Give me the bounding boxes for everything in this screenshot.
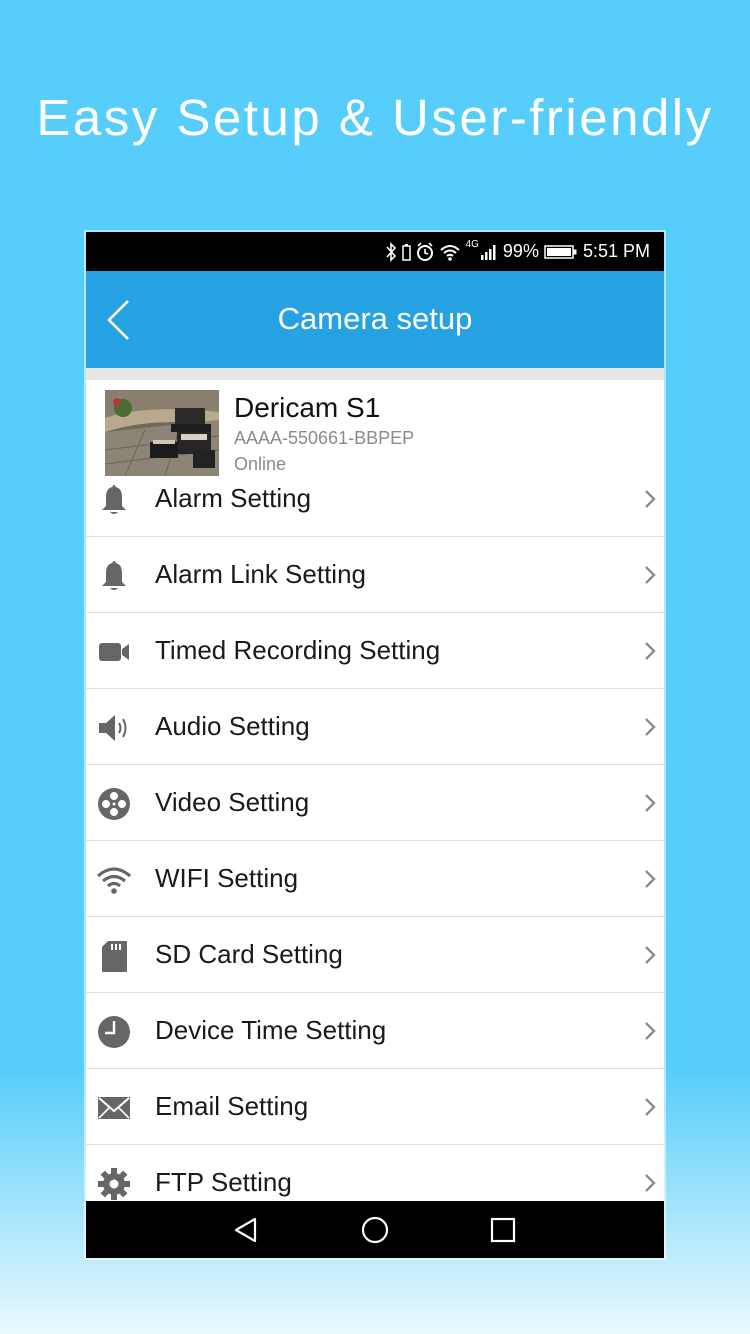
video-camera-icon: [99, 643, 129, 661]
menu-item-device-time-setting[interactable]: Device Time Setting: [86, 993, 664, 1069]
envelope-icon: [98, 1097, 130, 1119]
device-name: Dericam S1: [234, 392, 381, 423]
chevron-right-icon: [645, 566, 656, 584]
back-triangle-icon: [234, 1217, 257, 1243]
nav-recents-button[interactable]: [488, 1215, 518, 1245]
battery-percent: 99%: [502, 241, 539, 261]
menu-item-label: Video Setting: [155, 787, 310, 817]
bell-icon: [102, 561, 126, 590]
wifi-icon: [96, 867, 132, 894]
status-bar: 4G 99% 5:51 PM: [86, 232, 664, 271]
menu-item-alarm-setting[interactable]: Alarm Setting: [86, 461, 664, 537]
clock-icon: [98, 1016, 130, 1048]
menu-item-video-setting[interactable]: Video Setting: [86, 765, 664, 841]
menu-item-label: Timed Recording Setting: [155, 635, 441, 665]
device-id: AAAA-550661-BBPEP: [234, 428, 415, 448]
chevron-right-icon: [645, 794, 656, 812]
menu-item-label: FTP Setting: [155, 1167, 292, 1197]
alarm-clock-icon: [416, 241, 433, 261]
system-nav-bar: [86, 1201, 664, 1258]
home-circle-icon: [361, 1216, 389, 1244]
bluetooth-icon: [385, 241, 396, 262]
chevron-right-icon: [645, 642, 656, 660]
nav-back-button[interactable]: [231, 1215, 261, 1245]
bell-icon: [102, 485, 126, 514]
menu-item-sd-card-setting[interactable]: SD Card Setting: [86, 917, 664, 993]
divider-strip: [86, 368, 664, 380]
chevron-right-icon: [645, 946, 656, 964]
menu-item-label: SD Card Setting: [155, 939, 343, 969]
vibrate-battery-icon: [401, 243, 411, 261]
chevron-right-icon: [645, 870, 656, 888]
speaker-icon: [99, 715, 127, 741]
chevron-right-icon: [645, 490, 656, 508]
battery-icon: [544, 244, 577, 259]
promo-headline: Easy Setup & User-friendly: [36, 89, 714, 146]
chevron-right-icon: [645, 718, 656, 736]
menu-item-email-setting[interactable]: Email Setting: [86, 1069, 664, 1145]
signal-icon: [480, 244, 496, 260]
film-reel-icon: [98, 788, 130, 820]
menu-item-wifi-setting[interactable]: WIFI Setting: [86, 841, 664, 917]
status-time: 5:51 PM: [582, 241, 650, 261]
menu-item-label: Device Time Setting: [155, 1015, 387, 1045]
network-type-label: 4G: [465, 239, 479, 250]
sd-card-icon: [102, 941, 127, 972]
chevron-right-icon: [645, 1098, 656, 1116]
recents-square-icon: [490, 1217, 516, 1243]
nav-home-button[interactable]: [360, 1215, 390, 1245]
menu-item-label: Email Setting: [155, 1091, 309, 1121]
chevron-right-icon: [645, 1022, 656, 1040]
menu-item-label: Audio Setting: [155, 711, 310, 741]
page-title: Camera setup: [277, 301, 473, 336]
menu-item-alarm-link-setting[interactable]: Alarm Link Setting: [86, 537, 664, 613]
app-bar: Camera setup: [86, 271, 664, 368]
settings-menu: Alarm Setting Alarm Link Setting Timed R…: [86, 461, 664, 1221]
wifi-status-icon: [439, 244, 460, 261]
menu-item-label: Alarm Link Setting: [155, 559, 366, 589]
chevron-right-icon: [645, 1174, 656, 1192]
menu-item-label: Alarm Setting: [155, 483, 312, 513]
menu-item-label: WIFI Setting: [155, 863, 299, 893]
menu-item-timed-recording-setting[interactable]: Timed Recording Setting: [86, 613, 664, 689]
menu-item-audio-setting[interactable]: Audio Setting: [86, 689, 664, 765]
gear-icon: [98, 1168, 130, 1200]
phone-screen: 4G 99% 5:51 PM Camera setup Dericam S1 A…: [86, 232, 664, 1258]
